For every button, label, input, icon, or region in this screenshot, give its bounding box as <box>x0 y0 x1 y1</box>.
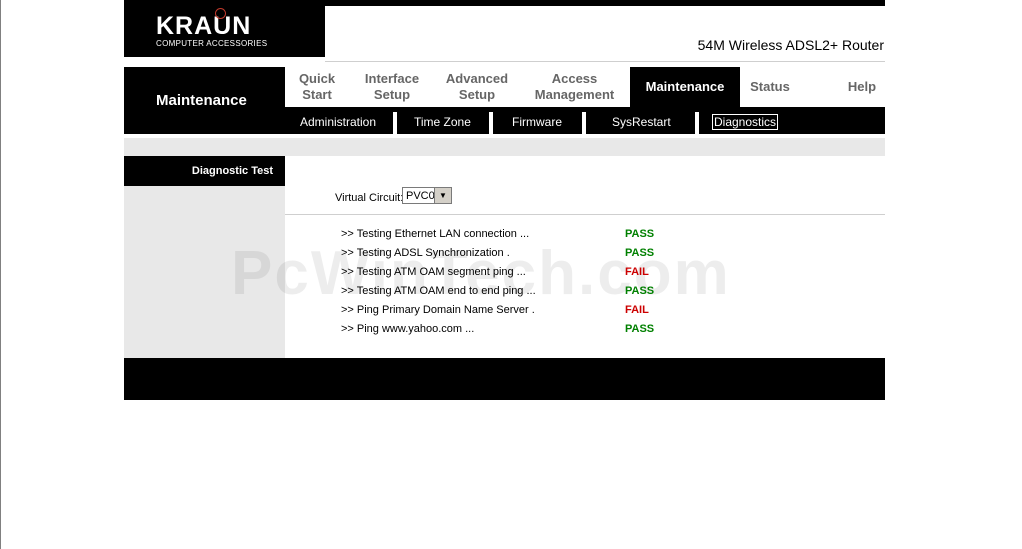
logo-text: KRAUN <box>156 12 252 40</box>
panel-label-box: Diagnostic Test <box>124 156 285 186</box>
subnav-separator <box>393 112 397 134</box>
tab-quick-start[interactable]: Quick Start <box>285 67 349 107</box>
test-label: >> Testing ADSL Synchronization . <box>341 247 510 259</box>
test-label: >> Testing ATM OAM segment ping ... <box>341 266 526 278</box>
tab-maintenance[interactable]: Maintenance <box>630 67 740 107</box>
tab-status[interactable]: Status <box>740 67 800 107</box>
test-result: PASS <box>625 228 655 240</box>
content-divider <box>285 214 885 215</box>
test-label: >> Ping www.yahoo.com ... <box>341 323 475 335</box>
subnav-time-zone[interactable]: Time Zone <box>414 107 471 134</box>
tab-help[interactable]: Help <box>839 67 885 107</box>
virtual-circuit-select[interactable]: PVC0 ▼ <box>402 187 452 204</box>
subnav-sysrestart[interactable]: SysRestart <box>612 107 671 134</box>
test-result: FAIL <box>625 266 649 278</box>
logo: KRAUN COMPUTER ACCESSORIES <box>124 6 325 57</box>
sub-navigation: Administration Time Zone Firmware SysRes… <box>285 107 885 134</box>
chevron-down-icon[interactable]: ▼ <box>434 188 451 203</box>
test-result: FAIL <box>625 304 649 316</box>
subnav-separator <box>695 112 699 134</box>
subnav-firmware[interactable]: Firmware <box>512 107 562 134</box>
subnav-diagnostics[interactable]: Diagnostics <box>712 107 779 134</box>
test-result: PASS <box>625 323 655 335</box>
subnav-diagnostics-label: Diagnostics <box>712 114 779 130</box>
section-title-box: Maintenance <box>124 67 285 134</box>
panel-label: Diagnostic Test <box>191 165 273 177</box>
test-label: >> Testing Ethernet LAN connection ... <box>341 228 530 240</box>
virtual-circuit-label: Virtual Circuit: <box>335 192 404 204</box>
subnav-separator <box>582 112 586 134</box>
test-label: >> Testing ATM OAM end to end ping ... <box>341 285 536 297</box>
subnav-administration[interactable]: Administration <box>300 107 376 134</box>
header-divider <box>325 61 885 62</box>
section-title: Maintenance <box>156 92 247 109</box>
tab-access-management[interactable]: Access Management <box>519 67 630 107</box>
tab-interface-setup[interactable]: Interface Setup <box>349 67 435 107</box>
tab-advanced-setup[interactable]: Advanced Setup <box>435 67 519 107</box>
footer-bar <box>124 358 885 400</box>
content-header-band <box>124 138 885 156</box>
logo-subtitle: COMPUTER ACCESSORIES <box>156 39 268 48</box>
subnav-separator <box>489 112 493 134</box>
virtual-circuit-value: PVC0 <box>406 190 435 202</box>
test-result: PASS <box>625 285 655 297</box>
logo-mark-icon <box>215 8 226 19</box>
product-title: 54M Wireless ADSL2+ Router <box>697 37 884 53</box>
test-result: PASS <box>625 247 655 259</box>
test-label: >> Ping Primary Domain Name Server . <box>341 304 535 316</box>
